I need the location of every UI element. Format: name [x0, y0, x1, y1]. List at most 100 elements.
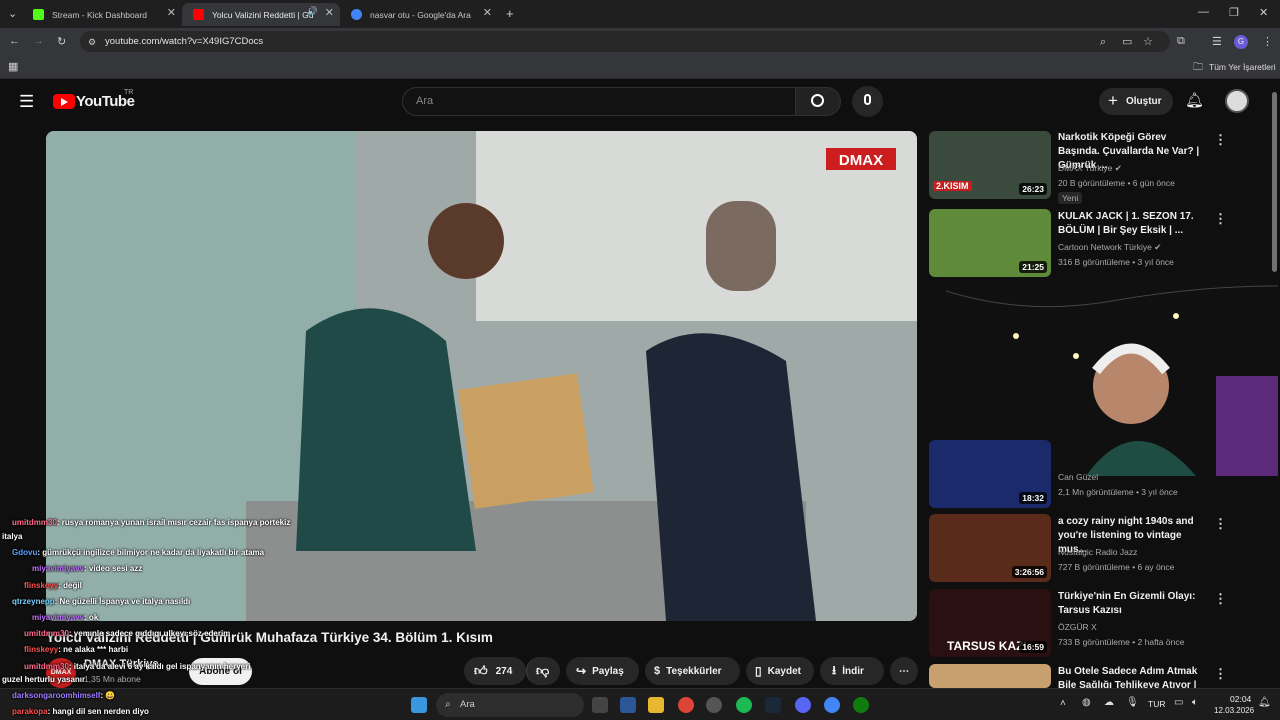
google-favicon-icon	[351, 9, 362, 20]
close-window-icon[interactable]: ✕	[1259, 6, 1268, 19]
forward-icon[interactable]: →	[33, 35, 44, 47]
search-icon	[811, 94, 824, 107]
extensions-icon[interactable]: ⧉	[1177, 35, 1185, 48]
more-actions-icon[interactable]: ⋮	[1214, 132, 1227, 148]
bookmark-star-icon[interactable]: ☆	[1143, 32, 1153, 53]
related-video-channel[interactable]: Cartoon Network Türkiye ✔	[1058, 242, 1161, 253]
taskbar-search-label: Ara	[460, 699, 475, 710]
all-bookmarks-link[interactable]: Tüm Yer İşaretleri	[1209, 62, 1276, 72]
related-video-channel[interactable]: Nostalgic Radio Jazz	[1058, 547, 1137, 557]
volume-icon[interactable]: 🔈︎	[1192, 697, 1198, 708]
obs-icon[interactable]	[706, 697, 722, 713]
related-video-thumbnail[interactable]	[929, 664, 1051, 688]
taskbar-search-input[interactable]: ⌕ Ara	[436, 693, 584, 717]
related-video-title[interactable]: Türkiye'nin En Gizemli Olayı: Tarsus Kaz…	[1058, 590, 1208, 618]
save-button[interactable]: ▯ Kaydet	[746, 657, 814, 685]
channel-name: DMAX Turkiye	[1058, 163, 1113, 173]
thanks-button[interactable]: $ Teşekkürler	[645, 657, 740, 685]
microphone-tray-icon[interactable]: 🎙︎	[1126, 697, 1139, 708]
chat-message: guzel herturlu yasanır	[2, 675, 85, 684]
xbox-icon[interactable]	[853, 697, 869, 713]
site-info-icon[interactable]: ⚙	[88, 32, 96, 53]
url-input[interactable]: ⚙ youtube.com/watch?v=X49IG7CDocs ⌕ ▭ ☆	[80, 31, 1170, 52]
more-button[interactable]: ⋯	[890, 657, 918, 685]
close-tab-icon[interactable]: ✕	[167, 6, 176, 19]
chat-message: italya	[2, 532, 22, 541]
related-video-channel[interactable]: Can Güzel	[1058, 472, 1098, 482]
related-video-meta: 733 B görüntüleme • 2 hafta önce	[1058, 637, 1185, 647]
related-video-thumbnail[interactable]: TARSUS KAZI 16:59	[929, 589, 1051, 657]
windows-start-icon[interactable]	[411, 697, 427, 713]
chrome-active-icon[interactable]	[824, 697, 840, 713]
related-video-title[interactable]: KULAK JACK | 1. SEZON 17. BÖLÜM | Bir Şe…	[1058, 210, 1208, 238]
more-actions-icon[interactable]: ⋮	[1214, 666, 1227, 682]
search-input[interactable]: Ara	[402, 87, 796, 116]
thumbnail-caption: TARSUS KAZI	[947, 639, 1027, 653]
youtube-logo-icon[interactable]	[53, 94, 75, 109]
media-controls-icon[interactable]: ☰	[1212, 35, 1222, 48]
search-button[interactable]	[795, 87, 841, 116]
related-video-channel[interactable]: ÖZGÜR X	[1058, 622, 1097, 632]
tab-youtube-video[interactable]: Yolcu Valizini Reddetti | Gü 🔊 ✕	[182, 3, 340, 26]
scrollbar-thumb[interactable]	[1272, 92, 1277, 272]
more-actions-icon[interactable]: ⋮	[1214, 516, 1227, 532]
maximize-icon[interactable]: ❐	[1229, 6, 1239, 19]
hamburger-menu-icon[interactable]: ☰	[19, 92, 34, 112]
voice-search-button[interactable]	[852, 86, 883, 117]
thumbs-down-icon: 👎︎	[536, 663, 550, 678]
like-button[interactable]: 👍︎ 274	[464, 657, 526, 685]
chat-message: miyavimiyavv: ok	[2, 613, 98, 622]
tab-google-search[interactable]: nasvar otu - Google'da Ara ✕	[340, 3, 498, 26]
chat-text: : yemınle sadece gıddıgı ulkeyı söz eder…	[68, 629, 231, 638]
related-video-title[interactable]: Bu Otele Sadece Adım Atmak Bile Sağlığı …	[1058, 665, 1208, 688]
chat-username: qtrzeynepp	[12, 597, 55, 606]
store-icon[interactable]	[620, 697, 636, 713]
more-actions-icon[interactable]: ⋮	[1214, 591, 1227, 607]
chat-text: : Ne güzelli İspanya ve italya nasıldı	[54, 597, 191, 606]
tab-kick-dashboard[interactable]: Stream - Kick Dashboard ✕	[22, 3, 182, 26]
input-language[interactable]: TUR	[1148, 699, 1165, 709]
related-video-thumbnail[interactable]: 2.KISIM 26:23	[929, 131, 1051, 199]
dislike-button[interactable]: 👎︎	[526, 657, 560, 685]
chat-message: umitdmm30: yemınle sadece gıddıgı ulkeyı…	[2, 629, 230, 638]
apps-grid-icon[interactable]: ▦	[8, 60, 18, 73]
related-video-thumbnail[interactable]: 3:26:56	[929, 514, 1051, 582]
discord-icon[interactable]	[795, 697, 811, 713]
cloud-icon[interactable]: ☁	[1104, 697, 1114, 708]
profile-avatar[interactable]: G	[1234, 35, 1248, 49]
zoom-icon[interactable]: ⌕	[1100, 32, 1106, 53]
share-button[interactable]: ↪ Paylaş	[566, 657, 639, 685]
reload-icon[interactable]: ↻	[57, 35, 66, 48]
network-icon[interactable]: ▭	[1174, 697, 1183, 708]
minimize-icon[interactable]: —	[1198, 6, 1209, 18]
tab-search-icon[interactable]: ⌄	[8, 7, 17, 20]
new-tab-icon[interactable]: +	[506, 6, 514, 21]
file-explorer-icon[interactable]	[648, 697, 664, 713]
related-video-thumbnail[interactable]: 21:25	[929, 209, 1051, 277]
related-video-thumbnail[interactable]: 18:32	[929, 440, 1051, 508]
tray-chevron-icon[interactable]: ˄	[1060, 698, 1066, 709]
speaker-icon[interactable]: 🔊	[307, 6, 318, 17]
clock-date[interactable]: 12.03.2026	[1214, 706, 1254, 715]
cast-icon[interactable]: ▭	[1122, 32, 1132, 53]
clock-time[interactable]: 02:04	[1230, 694, 1251, 704]
close-tab-icon[interactable]: ✕	[483, 6, 492, 19]
related-video-channel[interactable]: DMAX Turkiye ✔	[1058, 163, 1122, 174]
notification-center-icon[interactable]: 🔔︎	[1258, 697, 1271, 708]
close-tab-icon[interactable]: ✕	[325, 6, 334, 19]
notifications-bell-icon[interactable]: 🔔︎	[1185, 91, 1204, 109]
steam-icon[interactable]	[765, 697, 781, 713]
spotify-icon[interactable]	[736, 697, 752, 713]
back-icon[interactable]: ←	[9, 35, 20, 47]
like-count: 274	[495, 665, 513, 677]
download-button[interactable]: ⭳ İndir	[820, 657, 884, 685]
create-button[interactable]: + Oluştur	[1099, 88, 1173, 115]
account-avatar[interactable]	[1225, 89, 1249, 113]
tray-app-icon[interactable]: ◍	[1082, 697, 1091, 708]
chrome-icon[interactable]	[678, 697, 694, 713]
new-badge: Yeni	[1058, 192, 1083, 204]
more-menu-icon[interactable]: ⋮	[1262, 35, 1273, 48]
task-view-icon[interactable]	[592, 697, 608, 713]
thumbnail-caption: 2.KISIM	[933, 181, 972, 191]
more-actions-icon[interactable]: ⋮	[1214, 211, 1227, 227]
